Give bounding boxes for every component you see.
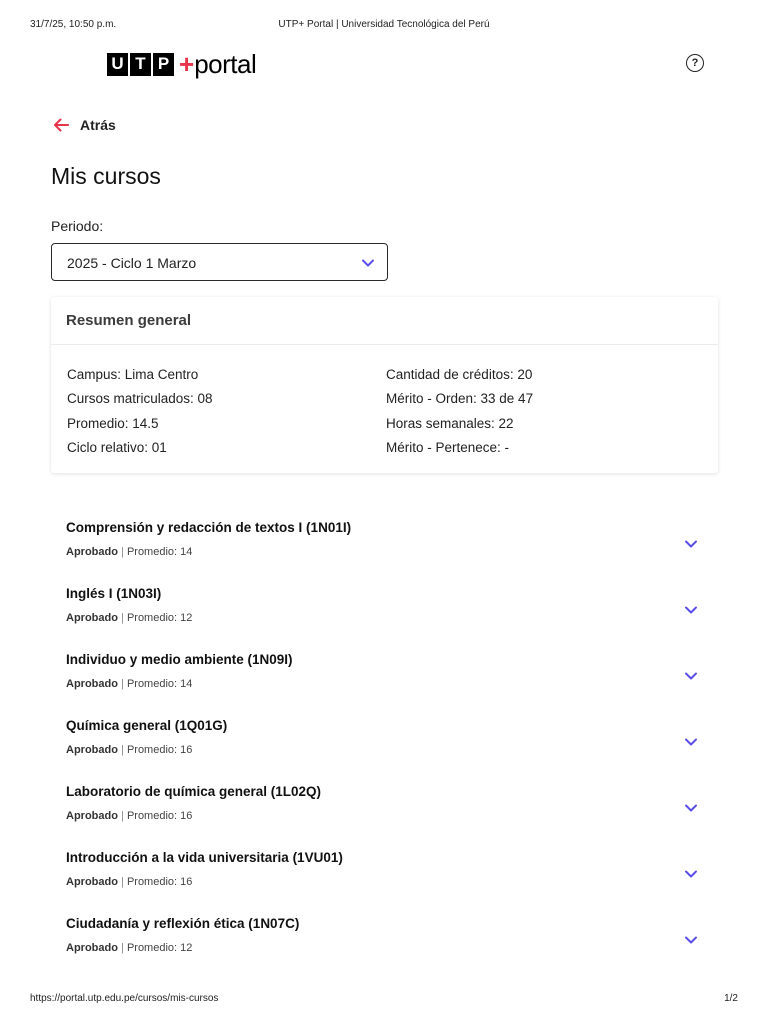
- course-name: Inglés I (1N03I): [66, 586, 162, 601]
- summary-enrolled-courses: Cursos matriculados: 08: [67, 391, 213, 407]
- course-separator: |: [121, 744, 124, 756]
- course-meta: Aprobado | Promedio: 16: [66, 744, 192, 756]
- course-name: Individuo y medio ambiente (1N09I): [66, 652, 293, 667]
- summary-average: Promedio: 14.5: [67, 415, 159, 431]
- back-label: Atrás: [80, 117, 116, 133]
- chevron-down-icon: [362, 259, 374, 267]
- course-item[interactable]: Comprensión y redacción de textos I (1N0…: [51, 520, 718, 580]
- course-name: Comprensión y redacción de textos I (1N0…: [66, 520, 352, 535]
- question-circle-icon[interactable]: ?: [686, 54, 704, 72]
- course-average: Promedio: 16: [126, 744, 193, 756]
- course-separator: |: [121, 810, 124, 822]
- utp-portal-logo[interactable]: U T P + portal: [107, 49, 257, 79]
- back-button[interactable]: Atrás: [52, 116, 116, 134]
- course-status: Aprobado: [66, 744, 118, 756]
- logo-letter-p: P: [153, 52, 174, 76]
- summary-credits: Cantidad de créditos: 20: [386, 367, 533, 382]
- summary-relative-cycle: Ciclo relativo: 01: [67, 439, 167, 455]
- summary-header: Resumen general: [51, 297, 718, 345]
- course-item[interactable]: Laboratorio de química general (1L02Q) A…: [51, 784, 718, 844]
- course-status: Aprobado: [66, 876, 118, 888]
- chevron-down-icon[interactable]: [684, 603, 698, 617]
- summary-campus: Campus: Lima Centro: [67, 367, 199, 382]
- course-name: Química general (1Q01G): [66, 718, 228, 733]
- course-meta: Aprobado | Promedio: 16: [66, 810, 192, 822]
- print-footer: https://portal.utp.edu.pe/cursos/mis-cur…: [30, 993, 738, 1007]
- summary-card: Resumen general Campus: Lima Centro Curs…: [51, 297, 718, 473]
- summary-right-column: Cantidad de créditos: 20 Mérito - Orden:…: [386, 363, 533, 460]
- period-label: Periodo:: [51, 218, 104, 234]
- course-meta: Aprobado | Promedio: 12: [66, 942, 192, 954]
- course-separator: |: [121, 546, 124, 558]
- course-meta: Aprobado | Promedio: 12: [66, 612, 192, 624]
- course-name: Laboratorio de química general (1L02Q): [66, 784, 322, 799]
- summary-merit-belongs: Mérito - Pertenece: -: [386, 439, 510, 455]
- print-title: UTP+ Portal | Universidad Tecnológica de…: [278, 19, 490, 30]
- course-average: Promedio: 12: [126, 612, 193, 624]
- course-meta: Aprobado | Promedio: 16: [66, 876, 192, 888]
- page-title: Mis cursos: [51, 163, 161, 189]
- course-average: Promedio: 16: [126, 810, 193, 822]
- chevron-down-icon[interactable]: [684, 933, 698, 947]
- course-item[interactable]: Ciudadanía y reflexión ética (1N07C) Apr…: [51, 916, 718, 976]
- summary-merit-order: Mérito - Orden: 33 de 47: [386, 391, 534, 407]
- course-meta: Aprobado | Promedio: 14: [66, 546, 192, 558]
- course-status: Aprobado: [66, 612, 118, 624]
- course-average: Promedio: 12: [126, 942, 193, 954]
- course-meta: Aprobado | Promedio: 14: [66, 678, 192, 690]
- course-average: Promedio: 16: [126, 876, 193, 888]
- help-glyph: ?: [691, 57, 699, 69]
- course-name: Introducción a la vida universitaria (1V…: [66, 850, 343, 865]
- logo-letter-t: T: [130, 52, 151, 76]
- logo-word: portal: [194, 49, 257, 79]
- course-item[interactable]: Inglés I (1N03I) Aprobado | Promedio: 12: [51, 586, 718, 646]
- course-item[interactable]: Introducción a la vida universitaria (1V…: [51, 850, 718, 910]
- course-separator: |: [121, 876, 124, 888]
- logo-plus: +: [179, 49, 195, 79]
- chevron-down-icon[interactable]: [684, 537, 698, 551]
- period-select-value: 2025 - Ciclo 1 Marzo: [67, 255, 197, 271]
- course-separator: |: [121, 612, 124, 624]
- course-item[interactable]: Individuo y medio ambiente (1N09I) Aprob…: [51, 652, 718, 712]
- logo-letter-u: U: [107, 52, 128, 76]
- summary-weekly-hours: Horas semanales: 22: [386, 415, 514, 431]
- chevron-down-icon[interactable]: [684, 735, 698, 749]
- course-item[interactable]: Química general (1Q01G) Aprobado | Prome…: [51, 718, 718, 778]
- chevron-down-icon[interactable]: [684, 867, 698, 881]
- print-url: https://portal.utp.edu.pe/cursos/mis-cur…: [30, 993, 219, 1004]
- course-status: Aprobado: [66, 810, 118, 822]
- course-average: Promedio: 14: [126, 678, 193, 690]
- course-average: Promedio: 14: [126, 546, 193, 558]
- print-page-number: 1/2: [724, 993, 738, 1004]
- summary-left-column: Campus: Lima Centro Cursos matriculados:…: [67, 363, 213, 460]
- period-select[interactable]: 2025 - Ciclo 1 Marzo: [51, 243, 388, 281]
- arrow-left-icon: [54, 118, 69, 132]
- print-header: 31/7/25, 10:50 p.m. UTP+ Portal | Univer…: [30, 19, 738, 33]
- summary-title: Resumen general: [66, 312, 192, 329]
- course-separator: |: [121, 678, 124, 690]
- course-status: Aprobado: [66, 678, 118, 690]
- course-separator: |: [121, 942, 124, 954]
- course-name: Ciudadanía y reflexión ética (1N07C): [66, 916, 300, 931]
- chevron-down-icon[interactable]: [684, 669, 698, 683]
- course-status: Aprobado: [66, 942, 118, 954]
- chevron-down-icon[interactable]: [684, 801, 698, 815]
- course-status: Aprobado: [66, 546, 118, 558]
